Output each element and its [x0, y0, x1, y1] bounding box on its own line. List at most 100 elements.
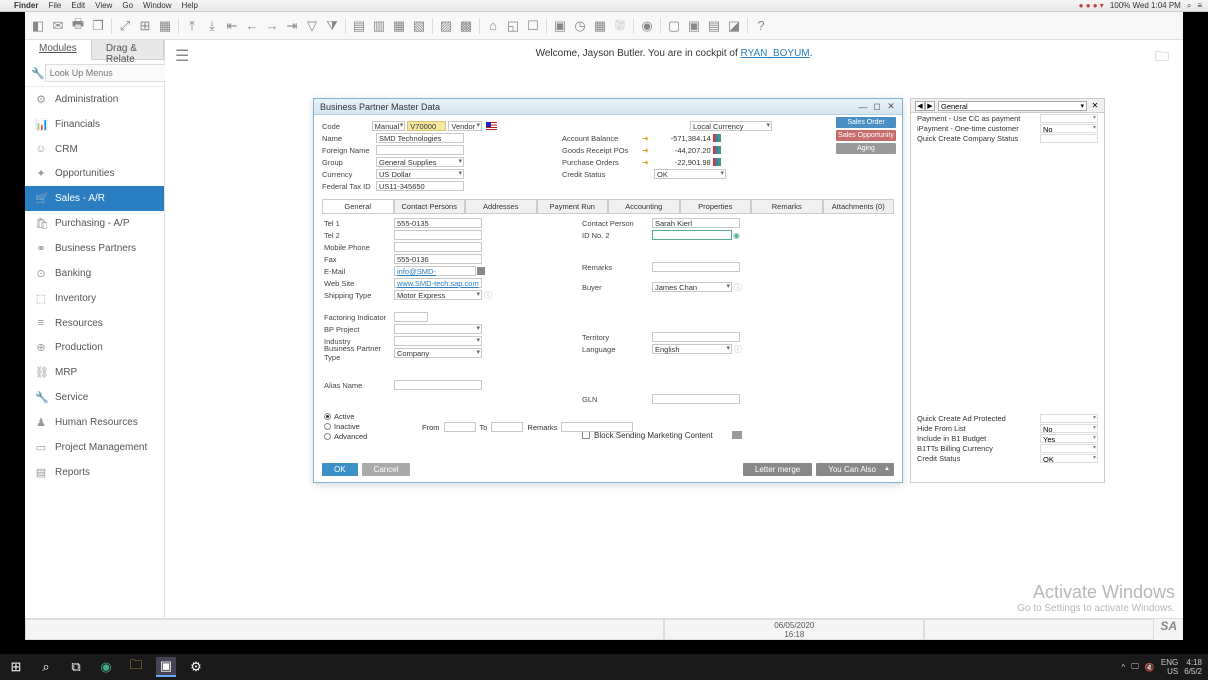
- email-button-icon[interactable]: [477, 267, 485, 275]
- nav-project-management[interactable]: ▭Project Management: [25, 435, 164, 460]
- tb-first-icon[interactable]: ⤒: [183, 17, 201, 35]
- nav-business-partners[interactable]: ⚭Business Partners: [25, 236, 164, 261]
- tray-speaker-icon[interactable]: 🔇: [1145, 663, 1155, 672]
- tb-filter-icon[interactable]: ▽: [303, 17, 321, 35]
- settings-icon[interactable]: ⚙: [186, 657, 206, 677]
- tb-print-icon[interactable]: 🖶: [69, 17, 87, 35]
- tb-cal-icon[interactable]: ▣: [551, 17, 569, 35]
- tb-user-icon[interactable]: ◉: [638, 17, 656, 35]
- tb-last-icon[interactable]: ⤓: [203, 17, 221, 35]
- nav-banking[interactable]: ⊙Banking: [25, 261, 164, 286]
- prev-icon[interactable]: ◀: [915, 101, 925, 111]
- sales-opportunity-button[interactable]: Sales Opportunity: [836, 130, 896, 141]
- mac-menu-help[interactable]: Help: [181, 1, 197, 10]
- buyer-select[interactable]: James Chan: [652, 282, 732, 292]
- tab-modules[interactable]: Modules: [25, 40, 92, 60]
- industry-select[interactable]: [394, 336, 482, 346]
- info-icon[interactable]: ⓘ: [734, 282, 742, 293]
- tel1-input[interactable]: 555-0135: [394, 218, 482, 228]
- code-type-select[interactable]: Vendor: [448, 121, 482, 131]
- mac-menu-view[interactable]: View: [95, 1, 112, 10]
- tb-r3-icon[interactable]: ▤: [705, 17, 723, 35]
- tb-help-icon[interactable]: ?: [752, 17, 770, 35]
- tb-copy-icon[interactable]: ❐: [89, 17, 107, 35]
- factor-input[interactable]: [394, 312, 428, 322]
- next-icon[interactable]: ▶: [925, 101, 935, 111]
- tb-recent-icon[interactable]: ◧: [29, 17, 47, 35]
- tb-nextset-icon[interactable]: ⇥: [283, 17, 301, 35]
- tab-addresses[interactable]: Addresses: [465, 199, 537, 213]
- credit-status-select[interactable]: OK: [654, 169, 726, 179]
- nav-inventory[interactable]: ⬚Inventory: [25, 286, 164, 311]
- tb-r1-icon[interactable]: ▢: [665, 17, 683, 35]
- bpproj-select[interactable]: [394, 324, 482, 334]
- tab-attachments[interactable]: Attachments (0): [823, 199, 895, 213]
- wrench-icon[interactable]: 🔧: [31, 67, 45, 80]
- code-input[interactable]: V70000: [407, 121, 446, 131]
- tb-next-icon[interactable]: →: [263, 17, 281, 35]
- tab-remarks[interactable]: Remarks: [751, 199, 823, 213]
- tb-doc1-icon[interactable]: ▤: [350, 17, 368, 35]
- group-select[interactable]: General Supplies: [376, 157, 464, 167]
- udf-hide-select[interactable]: No: [1040, 424, 1098, 433]
- attachment-icon[interactable]: [732, 431, 742, 439]
- tab-contact-persons[interactable]: Contact Persons: [394, 199, 466, 213]
- tab-properties[interactable]: Properties: [680, 199, 752, 213]
- udf-ad-select[interactable]: [1040, 414, 1098, 423]
- udf-cc-select[interactable]: [1040, 114, 1098, 123]
- nav-service[interactable]: 🔧Service: [25, 385, 164, 410]
- to-input[interactable]: [491, 422, 523, 432]
- chart-icon[interactable]: [713, 134, 721, 142]
- fname-input[interactable]: [376, 145, 464, 155]
- mac-search-icon[interactable]: ⌕: [1187, 1, 1191, 11]
- tb-grid-icon[interactable]: ▦: [591, 17, 609, 35]
- currency-view-select[interactable]: Local Currency: [690, 121, 772, 131]
- start-icon[interactable]: ⊞: [6, 657, 26, 677]
- nav-mrp[interactable]: ⛓MRP: [25, 360, 164, 385]
- tax-input[interactable]: US11-345650: [376, 181, 464, 191]
- nav-resources[interactable]: ≡Resources: [25, 311, 164, 335]
- search-input[interactable]: [45, 64, 172, 82]
- tb-chat-icon[interactable]: ⌂: [484, 17, 502, 35]
- category-select[interactable]: General: [938, 101, 1087, 111]
- remarks-input[interactable]: [652, 262, 740, 272]
- idno-input[interactable]: [652, 230, 732, 240]
- radio-active[interactable]: Active: [324, 412, 492, 421]
- tb-funnel-icon[interactable]: ⧩: [323, 17, 341, 35]
- contact-input[interactable]: Sarah Kierl: [652, 218, 740, 228]
- explorer-icon[interactable]: 🗀: [126, 657, 146, 677]
- link-arrow-icon[interactable]: ➜: [642, 146, 649, 155]
- nav-purchasing-ap[interactable]: 🛍Purchasing - A/P: [25, 211, 164, 236]
- chart-icon[interactable]: [713, 146, 721, 154]
- link-arrow-icon[interactable]: ➜: [642, 158, 649, 167]
- web-input[interactable]: www.SMD-tech.sap.com: [394, 278, 482, 288]
- tray-monitor-icon[interactable]: 🖵: [1131, 662, 1139, 672]
- close-icon[interactable]: ✕: [1090, 101, 1100, 110]
- info-icon[interactable]: ⓘ: [484, 290, 492, 301]
- tb-msg-icon[interactable]: ◱: [504, 17, 522, 35]
- taskview-icon[interactable]: ⧉: [66, 657, 86, 677]
- email-input[interactable]: info@SMD-tech.sap.com: [394, 266, 476, 276]
- nav-human-resources[interactable]: ♟Human Resources: [25, 410, 164, 435]
- mac-menu-go[interactable]: Go: [122, 1, 133, 10]
- name-input[interactable]: SMD Technologies: [376, 133, 464, 143]
- remarks2-input[interactable]: [561, 422, 633, 432]
- close-icon[interactable]: ✕: [886, 102, 896, 112]
- ship-select[interactable]: Motor Express: [394, 290, 482, 300]
- from-input[interactable]: [444, 422, 476, 432]
- territory-input[interactable]: [652, 332, 740, 342]
- cockpit-link[interactable]: RYAN_BOYUM: [741, 48, 810, 59]
- tb-doc6-icon[interactable]: ▩: [457, 17, 475, 35]
- mac-app[interactable]: Finder: [14, 1, 38, 10]
- tb-alert-icon[interactable]: ☐: [524, 17, 542, 35]
- udf-budget-select[interactable]: Yes: [1040, 434, 1098, 443]
- nav-reports[interactable]: ▤Reports: [25, 460, 164, 485]
- nav-production[interactable]: ⊕Production: [25, 335, 164, 360]
- you-can-also-button[interactable]: You Can Also▲: [816, 463, 894, 476]
- tb-lock-icon[interactable]: ⤢: [116, 17, 134, 35]
- tb-doc2-icon[interactable]: ▥: [370, 17, 388, 35]
- tb-clock-icon[interactable]: ◷: [571, 17, 589, 35]
- tb-doc4-icon[interactable]: ▧: [410, 17, 428, 35]
- ok-button[interactable]: OK: [322, 463, 358, 476]
- mac-menu-icon[interactable]: ≡: [1197, 1, 1202, 10]
